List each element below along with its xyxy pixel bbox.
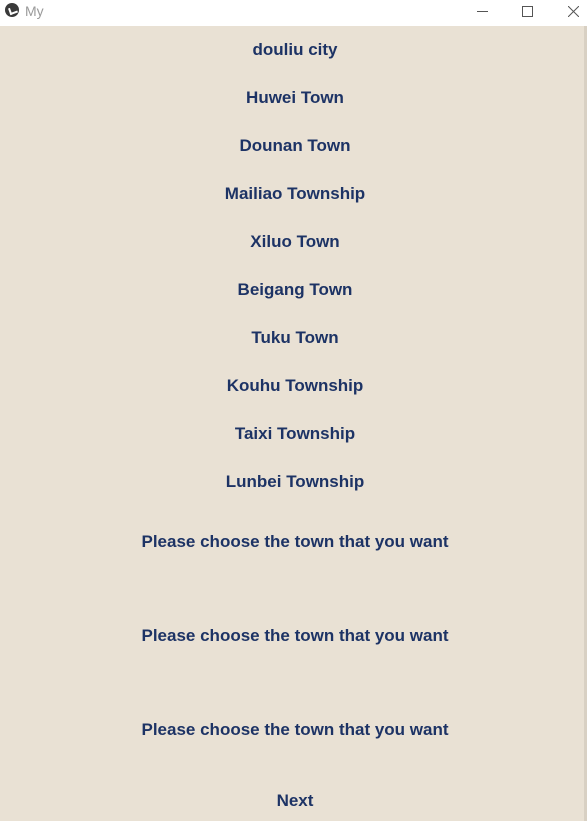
town-select-prompt-3[interactable]: Please choose the town that you want <box>0 719 587 741</box>
town-select-prompt-1[interactable]: Please choose the town that you want <box>0 531 587 553</box>
maximize-button[interactable] <box>504 0 550 22</box>
window-title: My <box>25 3 44 19</box>
town-option-huwei[interactable]: Huwei Town <box>0 87 587 109</box>
town-option-kouhu[interactable]: Kouhu Township <box>0 375 587 397</box>
town-option-lunbei[interactable]: Lunbei Township <box>0 471 587 493</box>
town-option-taixi[interactable]: Taixi Township <box>0 423 587 445</box>
window-titlebar[interactable]: My <box>0 0 587 26</box>
town-option-dounan[interactable]: Dounan Town <box>0 135 587 157</box>
town-option-douliu[interactable]: douliu city <box>0 39 587 61</box>
close-button[interactable] <box>550 0 587 22</box>
minimize-button[interactable] <box>459 0 505 22</box>
town-select-prompt-2[interactable]: Please choose the town that you want <box>0 625 587 647</box>
minimize-icon <box>476 10 488 12</box>
maximize-icon <box>521 5 533 17</box>
app-icon <box>5 3 19 17</box>
town-option-xiluo[interactable]: Xiluo Town <box>0 231 587 253</box>
next-button[interactable]: Next <box>0 790 587 812</box>
close-icon <box>567 5 579 17</box>
town-option-beigang[interactable]: Beigang Town <box>0 279 587 301</box>
town-list-panel: douliu city Huwei Town Dounan Town Maili… <box>0 26 587 821</box>
town-option-tuku[interactable]: Tuku Town <box>0 327 587 349</box>
town-option-mailiao[interactable]: Mailiao Township <box>0 183 587 205</box>
